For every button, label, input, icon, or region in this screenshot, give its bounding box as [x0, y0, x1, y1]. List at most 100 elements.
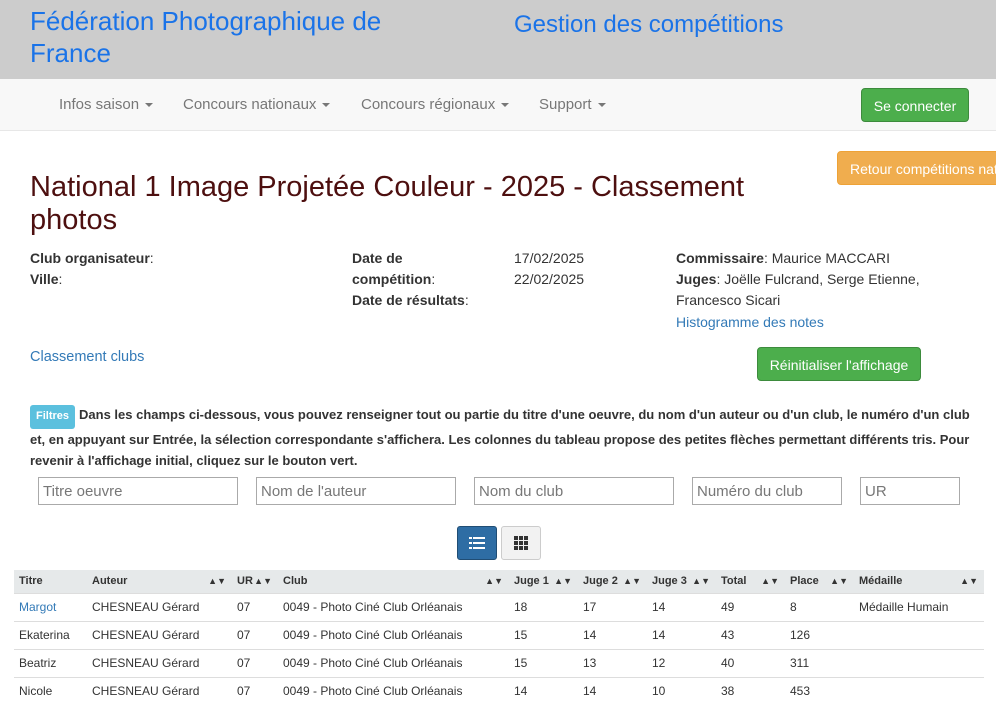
- cell-total: 40: [716, 648, 785, 677]
- cell-medaille: [854, 648, 984, 677]
- nav-support[interactable]: Support: [539, 96, 606, 113]
- col-header-label: Club: [283, 575, 308, 588]
- sort-icon[interactable]: ▲▼: [692, 576, 710, 586]
- date-competition-label-2: compétition: [352, 271, 432, 287]
- cell-ur: 07: [232, 592, 278, 621]
- date-competition-value: 17/02/2025: [514, 250, 585, 266]
- col-header-ur[interactable]: UR ▲▼: [232, 570, 278, 593]
- date-competition-label-1: Date de: [352, 250, 403, 266]
- cell-juge2: 17: [578, 592, 647, 621]
- title-filter-input[interactable]: [38, 477, 238, 505]
- list-icon: [469, 537, 485, 549]
- cell-total: 43: [716, 620, 785, 649]
- histogram-link[interactable]: Histogramme des notes: [676, 312, 966, 333]
- col-header-place[interactable]: Place ▲▼: [785, 570, 854, 593]
- navbar: Infos saison Concours nationaux Concours…: [0, 79, 996, 131]
- cell-titre-link[interactable]: Margot: [14, 592, 87, 621]
- ur-filter-input[interactable]: [860, 477, 960, 505]
- clubs-ranking-link[interactable]: Classement clubs: [30, 347, 144, 368]
- cell-auteur: CHESNEAU Gérard: [87, 620, 232, 649]
- cell-juge2: 13: [578, 648, 647, 677]
- nav-concours-nationaux[interactable]: Concours nationaux: [183, 96, 331, 113]
- cell-club: 0049 - Photo Ciné Club Orléanais: [278, 620, 509, 649]
- filters-help-text: Dans les champs ci-dessous, vous pouvez …: [30, 407, 970, 468]
- date-results-value: 22/02/2025: [514, 271, 585, 287]
- page-title: National 1 Image Projetée Couleur - 2025…: [30, 171, 745, 236]
- caret-down-icon: [597, 103, 606, 108]
- cell-medaille: Médaille Humain: [854, 592, 984, 621]
- cell-place: 453: [785, 676, 854, 705]
- filters-badge: Filtres: [30, 405, 76, 429]
- cell-juge1: 14: [509, 676, 578, 705]
- cell-club: 0049 - Photo Ciné Club Orléanais: [278, 592, 509, 621]
- reset-display-button[interactable]: Réinitialiser l'affichage: [757, 347, 921, 381]
- grid-view-button[interactable]: [501, 526, 541, 560]
- date-results-label: Date de résultats: [352, 292, 465, 308]
- list-view-button[interactable]: [457, 526, 497, 560]
- col-header-label: Titre: [19, 575, 43, 588]
- grid-icon: [514, 536, 528, 550]
- cell-juge3: 14: [647, 592, 716, 621]
- col-header-total[interactable]: Total ▲▼: [716, 570, 785, 593]
- cell-medaille: [854, 620, 984, 649]
- col-header-titre[interactable]: Titre: [14, 570, 87, 593]
- col-header-label: Juge 1: [514, 575, 549, 588]
- app-title[interactable]: Gestion des compétitions: [514, 10, 783, 40]
- col-header-label: Juge 2: [583, 575, 618, 588]
- col-header-juge3[interactable]: Juge 3 ▲▼: [647, 570, 716, 593]
- col-header-juge1[interactable]: Juge 1 ▲▼: [509, 570, 578, 593]
- col-header-auteur[interactable]: Auteur ▲▼: [87, 570, 232, 593]
- login-button[interactable]: Se connecter: [861, 88, 969, 122]
- nav-label: Infos saison: [59, 96, 140, 113]
- col-header-club[interactable]: Club ▲▼: [278, 570, 509, 593]
- table-row: Beatriz CHESNEAU Gérard 07 0049 - Photo …: [14, 648, 984, 677]
- club-number-filter-input[interactable]: [692, 477, 842, 505]
- author-filter-input[interactable]: [256, 477, 456, 505]
- sort-icon[interactable]: ▲▼: [485, 576, 503, 586]
- cell-place: 8: [785, 592, 854, 621]
- sort-icon[interactable]: ▲▼: [623, 576, 641, 586]
- cell-ur: 07: [232, 620, 278, 649]
- col-header-label: Place: [790, 575, 819, 588]
- cell-ur: 07: [232, 648, 278, 677]
- cell-titre: Nicole: [14, 676, 87, 705]
- nav-label: Concours nationaux: [183, 96, 317, 113]
- col-header-juge2[interactable]: Juge 2 ▲▼: [578, 570, 647, 593]
- caret-down-icon: [322, 103, 331, 108]
- nav-concours-regionaux[interactable]: Concours régionaux: [361, 96, 510, 113]
- cell-juge3: 10: [647, 676, 716, 705]
- nav-label: Concours régionaux: [361, 96, 496, 113]
- cell-juge2: 14: [578, 676, 647, 705]
- sort-icon[interactable]: ▲▼: [761, 576, 779, 586]
- org-title[interactable]: Fédération Photographique de France: [30, 5, 460, 69]
- caret-down-icon: [501, 103, 510, 108]
- col-header-label: Auteur: [92, 575, 128, 588]
- cell-juge1: 18: [509, 592, 578, 621]
- sort-icon[interactable]: ▲▼: [554, 576, 572, 586]
- commissaire-value: Maurice MACCARI: [771, 250, 890, 266]
- results-table: Titre Auteur ▲▼ UR ▲▼ Club ▲▼ Juge 1 ▲▼ Juge…: [14, 570, 984, 705]
- col-header-medaille[interactable]: Médaille ▲▼: [854, 570, 984, 593]
- cell-titre: Beatriz: [14, 648, 87, 677]
- sort-icon[interactable]: ▲▼: [830, 576, 848, 586]
- cell-place: 126: [785, 620, 854, 649]
- table-header-row: Titre Auteur ▲▼ UR ▲▼ Club ▲▼ Juge 1 ▲▼ Juge…: [14, 570, 984, 593]
- cell-total: 38: [716, 676, 785, 705]
- col-header-label: Médaille: [859, 575, 903, 588]
- commissaire-label: Commissaire: [676, 250, 764, 266]
- cell-juge1: 15: [509, 620, 578, 649]
- cell-titre: Ekaterina: [14, 620, 87, 649]
- cell-auteur: CHESNEAU Gérard: [87, 648, 232, 677]
- table-row: Ekaterina CHESNEAU Gérard 07 0049 - Phot…: [14, 620, 984, 649]
- nav-infos-saison[interactable]: Infos saison: [59, 96, 154, 113]
- sort-icon[interactable]: ▲▼: [254, 576, 272, 586]
- cell-juge3: 12: [647, 648, 716, 677]
- club-info: Club organisateur: Ville:: [30, 250, 154, 287]
- sort-icon[interactable]: ▲▼: [208, 576, 226, 586]
- back-to-competitions-button[interactable]: Retour compétitions nat: [837, 151, 996, 185]
- date-values: 17/02/2025 22/02/2025: [514, 248, 584, 290]
- club-filter-input[interactable]: [474, 477, 674, 505]
- cell-juge1: 15: [509, 648, 578, 677]
- juges-label: Juges: [676, 271, 717, 287]
- sort-icon[interactable]: ▲▼: [960, 576, 978, 586]
